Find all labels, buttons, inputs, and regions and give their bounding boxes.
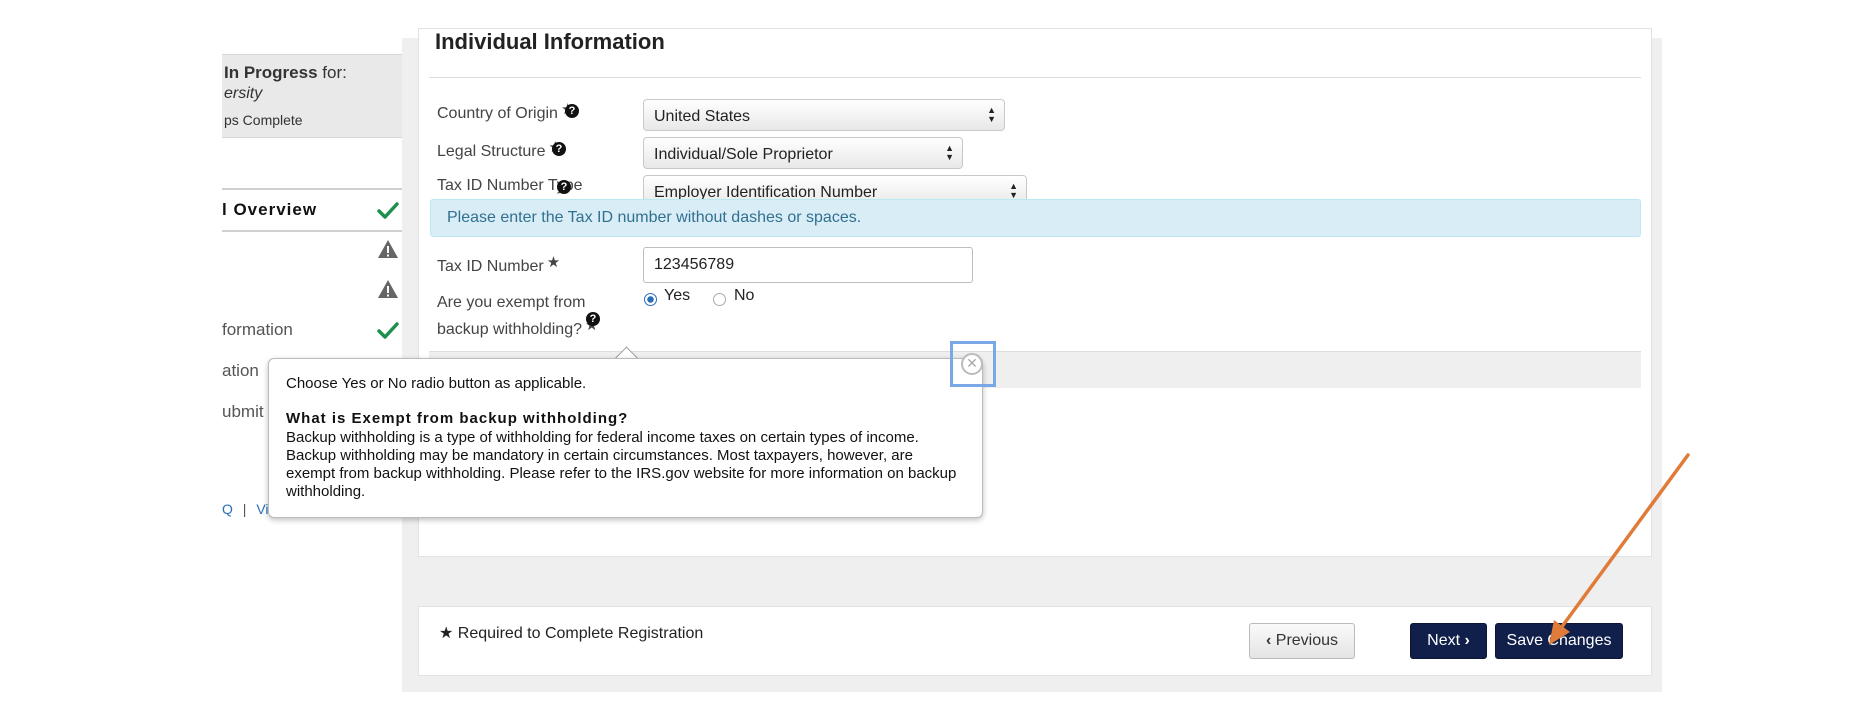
annotation-arrow <box>1549 453 1690 645</box>
annotation-arrow-head <box>1549 620 1570 645</box>
annotation-arrow-shaft <box>1556 453 1690 634</box>
